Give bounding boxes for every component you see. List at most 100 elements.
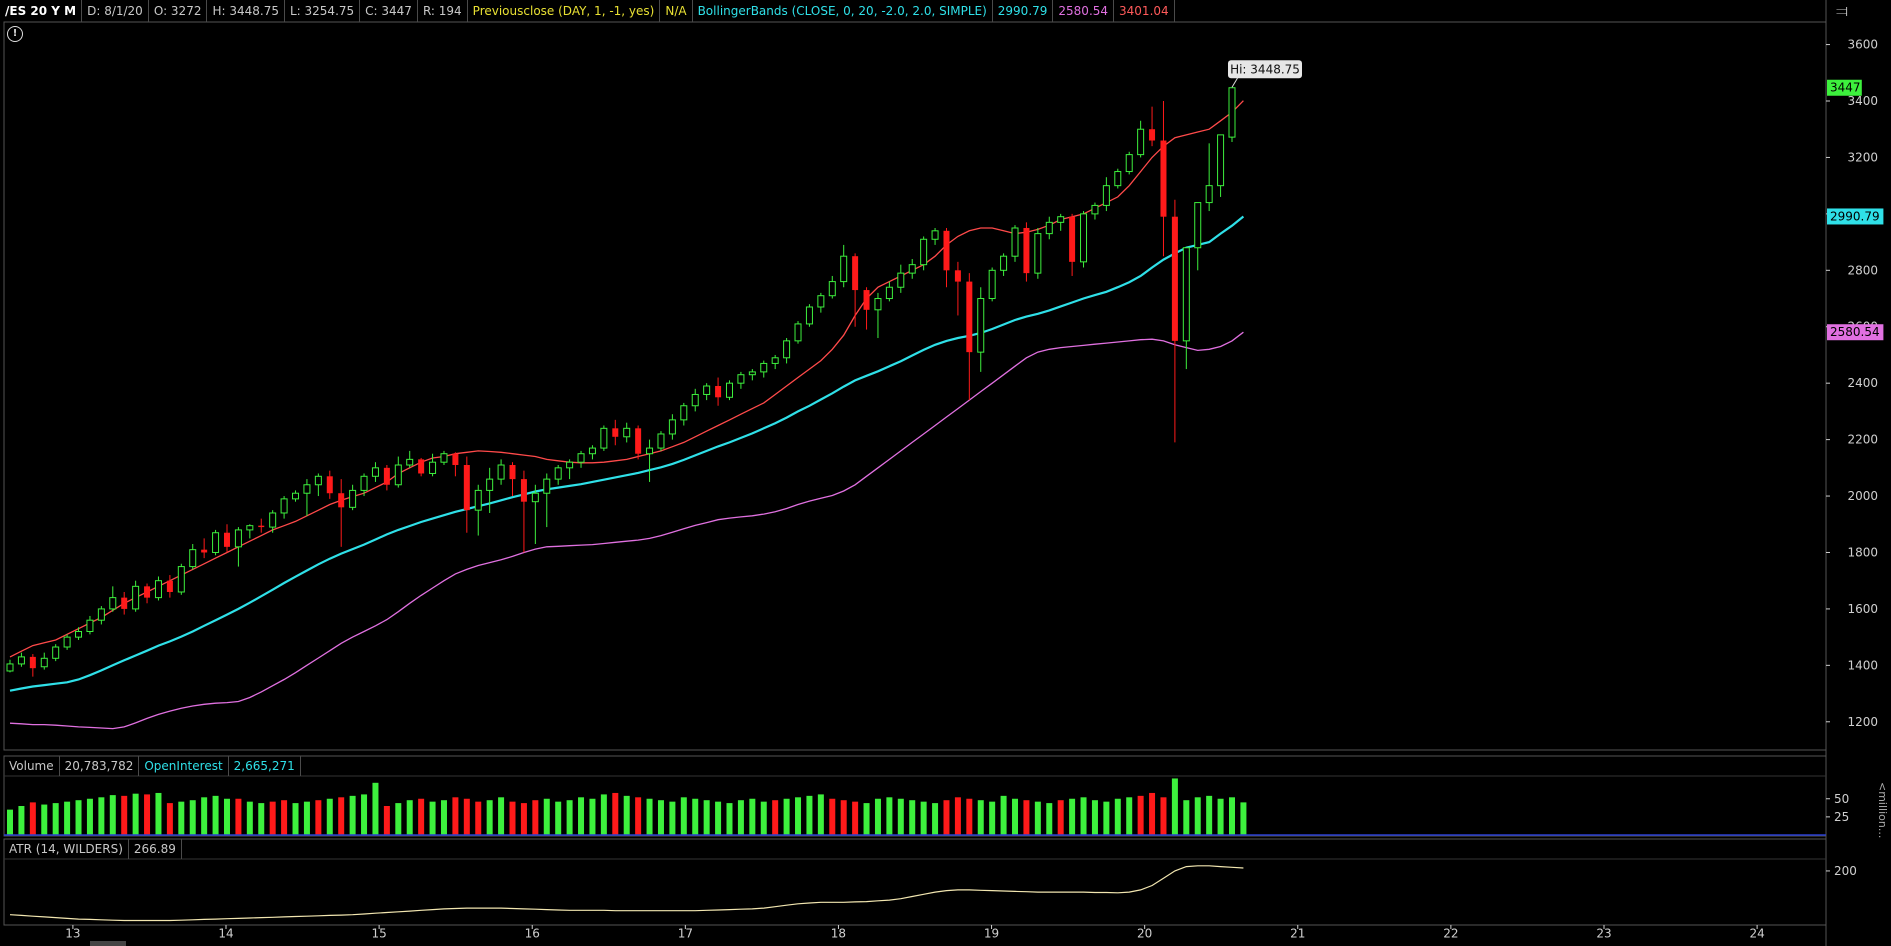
- volume-bar: [612, 792, 619, 835]
- volume-bar: [1194, 797, 1201, 835]
- y-tick-label: 1600: [1847, 602, 1878, 616]
- volume-label[interactable]: Volume: [4, 756, 60, 776]
- candle-body-down: [943, 230, 950, 271]
- candle-body-up: [794, 323, 802, 342]
- atr-label[interactable]: ATR (14, WILDERS): [4, 839, 129, 859]
- volume-bar: [144, 794, 151, 835]
- candle-body-up: [429, 461, 437, 474]
- volume-bar: [383, 806, 390, 835]
- volume-bar: [909, 800, 916, 835]
- x-tick-label: 16: [525, 927, 540, 941]
- volume-bar: [555, 801, 562, 835]
- candle-body-up: [874, 298, 882, 311]
- candle-body-up: [1114, 171, 1122, 187]
- bb-mid-value: 2990.79: [993, 0, 1054, 22]
- alert-icon[interactable]: !: [7, 26, 23, 42]
- candle-body-up: [360, 475, 368, 491]
- volume-bar: [246, 801, 253, 835]
- x-tick-label: 22: [1443, 927, 1458, 941]
- chart-canvas: 1200140016001800200022002400260028003200…: [3, 0, 1884, 946]
- atr-value: 266.89: [129, 839, 182, 859]
- volume-bar: [1057, 800, 1064, 835]
- volume-bar: [817, 794, 824, 835]
- candle-body-down: [383, 467, 390, 485]
- x-tick-label: 20: [1137, 927, 1152, 941]
- atr-tick-label: 200: [1834, 864, 1857, 878]
- volume-bar: [1114, 798, 1121, 835]
- volume-bar: [692, 798, 699, 835]
- atr-panel-border: [3, 838, 1827, 926]
- y-tick-label: 2000: [1847, 489, 1878, 503]
- volume-bar: [109, 795, 116, 835]
- candle-body-up: [1182, 247, 1190, 342]
- candle-body-up: [154, 580, 162, 599]
- volume-bar: [429, 801, 436, 835]
- candle-body-up: [623, 427, 631, 438]
- candle-body-up: [554, 467, 562, 480]
- candle-body-up: [75, 630, 83, 638]
- candle-body-up: [988, 269, 996, 300]
- volume-bar: [600, 794, 607, 835]
- candle-body-up: [840, 255, 848, 283]
- volume-bar: [840, 800, 847, 835]
- volume-bar: [772, 800, 779, 835]
- volume-tick-label: 50: [1834, 792, 1849, 806]
- candle-body-up: [748, 371, 756, 376]
- candle-body-up: [600, 427, 608, 449]
- volume-tick-label: 25: [1834, 810, 1849, 824]
- candle-body-up: [737, 374, 745, 384]
- volume-bar: [1023, 800, 1030, 835]
- candle-body-up: [1057, 216, 1065, 223]
- candle-body-up: [703, 385, 711, 395]
- candle-body-down: [1149, 129, 1156, 141]
- volume-bar: [303, 801, 310, 835]
- volume-bar: [201, 797, 208, 835]
- volume-bar: [475, 801, 482, 835]
- volume-bar: [726, 803, 733, 835]
- candle-body-down: [463, 465, 470, 511]
- volume-bar: [1091, 800, 1098, 835]
- volume-bar: [635, 797, 642, 835]
- volume-bar: [943, 800, 950, 835]
- x-tick-label: 18: [831, 927, 846, 941]
- candle-body-down: [612, 428, 619, 437]
- x-tick-label: 24: [1749, 927, 1764, 941]
- candle-body-up: [566, 461, 574, 469]
- volume-bar: [715, 801, 722, 835]
- candle-body-up: [246, 525, 254, 531]
- symbol-label[interactable]: /ES 20 Y M: [0, 0, 83, 22]
- candle-body-up: [1125, 154, 1133, 173]
- volume-bar: [760, 801, 767, 835]
- low-value: L: 3254.75: [285, 0, 361, 22]
- y-tick-label: 1400: [1847, 658, 1878, 672]
- volume-bar: [852, 801, 859, 835]
- volume-bar: [326, 798, 333, 835]
- volume-bar: [1034, 801, 1041, 835]
- volume-bar: [897, 798, 904, 835]
- candle-body-down: [29, 656, 36, 669]
- volume-bar: [7, 809, 13, 835]
- candle-body-up: [828, 281, 836, 297]
- study-header: /ES 20 Y M D: 8/1/20 O: 3272 H: 3448.75 …: [0, 0, 1175, 22]
- volume-bar: [486, 800, 493, 835]
- volume-bar: [966, 798, 973, 835]
- bollinger-study-label[interactable]: BollingerBands (CLOSE, 0, 20, -2.0, 2.0,…: [693, 0, 993, 22]
- hi-callout-text: Hi: 3448.75: [1230, 62, 1300, 76]
- volume-bar: [1160, 797, 1167, 835]
- drawing-tool-icon[interactable]: ⫤: [1833, 2, 1851, 20]
- open-interest-label[interactable]: OpenInterest: [139, 756, 229, 776]
- volume-bar: [406, 800, 413, 835]
- candle-body-down: [509, 465, 516, 480]
- volume-bar: [829, 798, 836, 835]
- close-value: C: 3447: [360, 0, 418, 22]
- prevclose-study-label[interactable]: Previousclose (DAY, 1, -1, yes): [468, 0, 661, 22]
- volume-bar: [932, 803, 939, 835]
- candle-body-up: [40, 657, 48, 668]
- candle-body-down: [201, 549, 208, 553]
- x-tick-label: 14: [218, 927, 233, 941]
- volume-bar: [623, 795, 630, 835]
- volume-bar: [1012, 798, 1019, 835]
- volume-bar: [212, 795, 219, 835]
- candle-body-up: [349, 489, 357, 508]
- candle-body-up: [406, 458, 414, 466]
